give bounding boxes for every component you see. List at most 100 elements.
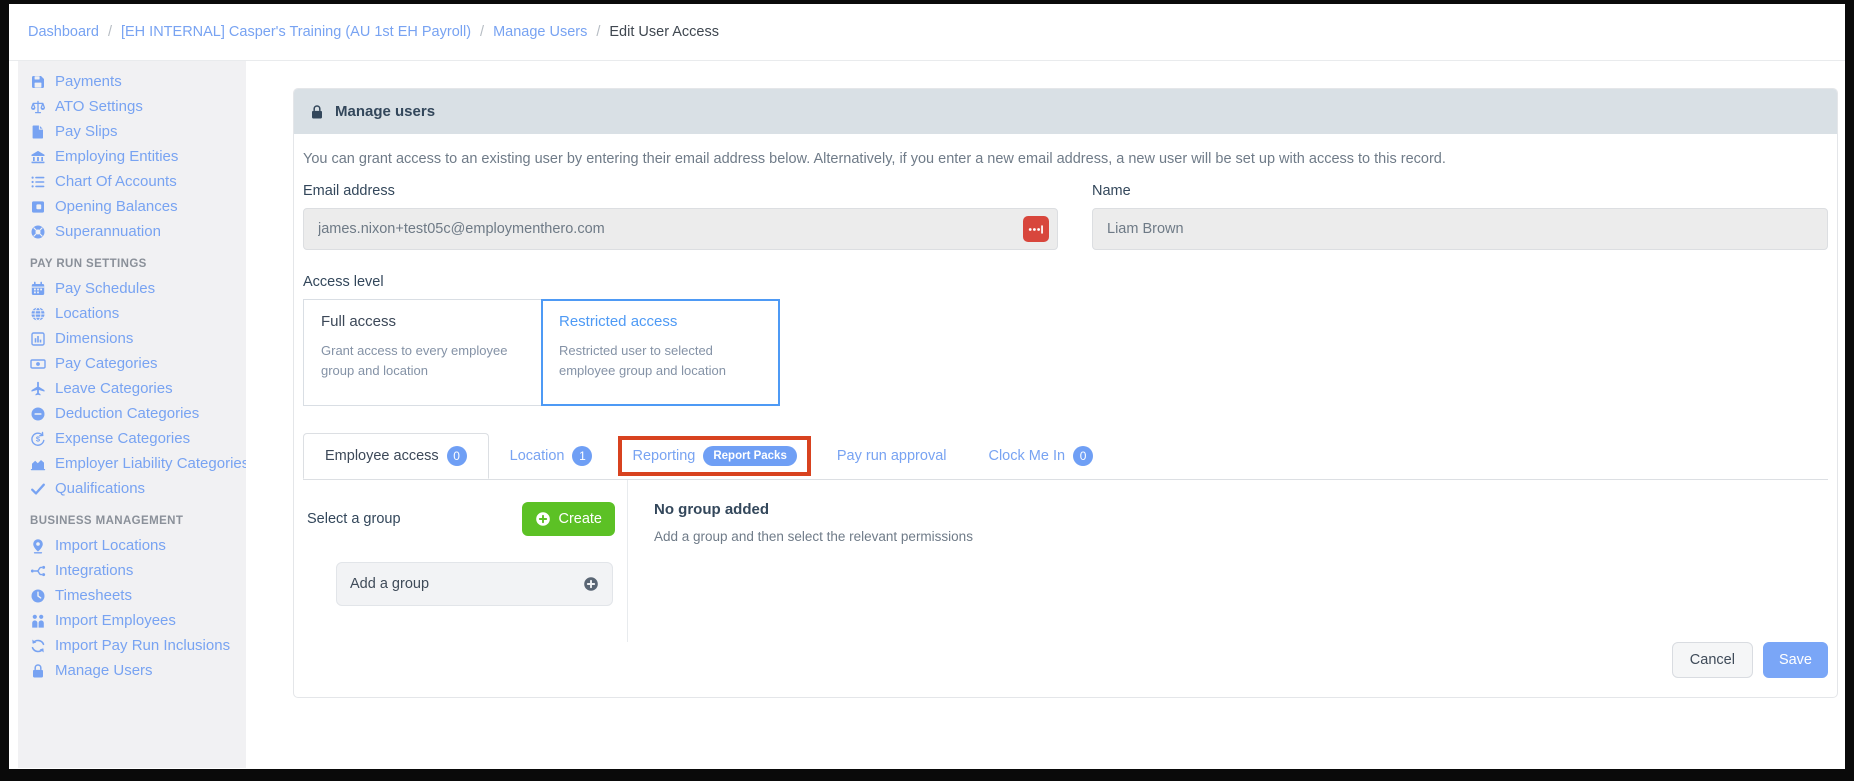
sidebar-item-label: Chart Of Accounts xyxy=(55,173,177,190)
panel-header: Manage users xyxy=(294,89,1837,134)
access-card-restricted-access[interactable]: Restricted access Restricted user to sel… xyxy=(541,299,780,406)
sidebar-item-label: Manage Users xyxy=(55,662,153,679)
lock-icon xyxy=(30,663,46,679)
panel-description: You can grant access to an existing user… xyxy=(303,151,1828,167)
map-pin-icon xyxy=(30,538,46,554)
tab-count-badge: 0 xyxy=(447,446,467,466)
tab-reporting[interactable]: ReportingReport Packs xyxy=(618,436,810,476)
bank-icon xyxy=(30,149,46,165)
create-group-label: Create xyxy=(558,511,602,527)
fields-row: Email address Name xyxy=(303,167,1828,250)
tab-label: Clock Me In xyxy=(988,448,1065,464)
cancel-button[interactable]: Cancel xyxy=(1672,642,1753,678)
sidebar-item-employing-entities[interactable]: Employing Entities xyxy=(18,144,246,169)
sidebar-item-expense-categories[interactable]: $Expense Categories xyxy=(18,426,246,451)
empty-state-description: Add a group and then select the relevant… xyxy=(654,529,1811,544)
sidebar-item-label: Employing Entities xyxy=(55,148,178,165)
sidebar-item-import-pay-run-inclusions[interactable]: Import Pay Run Inclusions xyxy=(18,633,246,658)
access-level-label: Access level xyxy=(303,274,1828,290)
create-group-button[interactable]: Create xyxy=(522,502,615,536)
tab-clock-me-in[interactable]: Clock Me In 0 xyxy=(967,433,1114,479)
sidebar-item-label: Employer Liability Categories xyxy=(55,455,246,472)
bar-chart-icon xyxy=(30,331,46,347)
lock-icon xyxy=(309,104,325,120)
plus-circle-icon xyxy=(583,576,599,592)
sidebar-item-manage-users[interactable]: Manage Users xyxy=(18,658,246,683)
sidebar-item-integrations[interactable]: Integrations xyxy=(18,558,246,583)
name-input-wrap xyxy=(1092,208,1828,250)
tab-employee-access[interactable]: Employee access0 xyxy=(303,433,489,479)
sidebar-item-timesheets[interactable]: Timesheets xyxy=(18,583,246,608)
minus-circle-icon xyxy=(30,406,46,422)
sidebar-item-leave-categories[interactable]: Leave Categories xyxy=(18,376,246,401)
tab-label: Pay run approval xyxy=(837,448,947,464)
panel-footer: Cancel Save xyxy=(294,642,1837,697)
sidebar-item-label: Qualifications xyxy=(55,480,145,497)
permission-tabs: Employee access0 Location 1 ReportingReport… xyxy=(303,433,1828,480)
sidebar-item-locations[interactable]: Locations xyxy=(18,301,246,326)
sidebar-item-chart-of-accounts[interactable]: Chart Of Accounts xyxy=(18,169,246,194)
tab-count-badge: 1 xyxy=(572,446,592,466)
add-group-field[interactable]: Add a group xyxy=(336,562,613,606)
sidebar-item-label: Opening Balances xyxy=(55,198,178,215)
breadcrumb-manage-users[interactable]: Manage Users xyxy=(493,24,587,40)
tab-label: Location xyxy=(510,448,565,464)
sidebar-section-pay-run-settings: PAY RUN SETTINGS xyxy=(30,258,246,270)
name-column: Name xyxy=(1092,167,1828,250)
name-field[interactable] xyxy=(1092,208,1828,250)
save-button[interactable]: Save xyxy=(1763,642,1828,678)
sidebar-item-pay-slips[interactable]: Pay Slips xyxy=(18,119,246,144)
select-group-label: Select a group xyxy=(307,511,401,527)
sidebar-item-qualifications[interactable]: Qualifications xyxy=(18,476,246,501)
tab-pay-run-approval[interactable]: Pay run approval xyxy=(816,433,968,479)
plus-circle-icon xyxy=(535,511,551,527)
calendar-icon xyxy=(30,281,46,297)
access-card-title: Full access xyxy=(321,313,524,330)
tab-label: Reporting xyxy=(632,448,695,464)
sidebar-item-import-employees[interactable]: Import Employees xyxy=(18,608,246,633)
access-card-full-access[interactable]: Full access Grant access to every employ… xyxy=(303,299,542,406)
refresh-icon xyxy=(30,638,46,654)
list-icon xyxy=(30,174,46,190)
floppy-icon xyxy=(30,74,46,90)
tab-count-badge: 0 xyxy=(1073,446,1093,466)
breadcrumb: Dashboard/[EH INTERNAL] Casper's Trainin… xyxy=(9,4,1845,61)
group-section: Select a group Create Add a group N xyxy=(294,480,1837,642)
sidebar-item-label: Pay Schedules xyxy=(55,280,155,297)
lifebuoy-icon xyxy=(30,224,46,240)
sidebar-item-label: Deduction Categories xyxy=(55,405,199,422)
sidebar-item-dimensions[interactable]: Dimensions xyxy=(18,326,246,351)
sidebar-item-label: Expense Categories xyxy=(55,430,190,447)
sidebar-item-deduction-categories[interactable]: Deduction Categories xyxy=(18,401,246,426)
sidebar-item-employer-liability-categories[interactable]: Employer Liability Categories xyxy=(18,451,246,476)
email-input-wrap xyxy=(303,208,1058,250)
autofill-extension-icon[interactable] xyxy=(1023,216,1049,242)
people-icon xyxy=(30,613,46,629)
breadcrumb-eh-internal-casper-s-training-au-1st-eh-payroll[interactable]: [EH INTERNAL] Casper's Training (AU 1st … xyxy=(121,24,471,40)
sidebar-item-pay-categories[interactable]: Pay Categories xyxy=(18,351,246,376)
sidebar-item-pay-schedules[interactable]: Pay Schedules xyxy=(18,276,246,301)
email-label: Email address xyxy=(303,183,1058,199)
banknote-icon xyxy=(30,356,46,372)
tab-location[interactable]: Location 1 xyxy=(489,433,614,479)
sidebar-item-opening-balances[interactable]: Opening Balances xyxy=(18,194,246,219)
access-level-cards: Full access Grant access to every employ… xyxy=(303,299,1828,406)
sidebar-item-superannuation[interactable]: Superannuation xyxy=(18,219,246,244)
sidebar-item-import-locations[interactable]: Import Locations xyxy=(18,533,246,558)
sidebar-item-payments[interactable]: Payments xyxy=(18,69,246,94)
access-card-description: Grant access to every employee group and… xyxy=(321,341,521,381)
sidebar-item-label: Import Employees xyxy=(55,612,176,629)
sidebar-item-label: Integrations xyxy=(55,562,133,579)
file-icon xyxy=(30,124,46,140)
add-group-label: Add a group xyxy=(350,576,429,592)
panel-title: Manage users xyxy=(335,103,435,120)
sidebar-item-ato-settings[interactable]: ATO Settings xyxy=(18,94,246,119)
group-select-column: Select a group Create Add a group xyxy=(294,480,628,642)
breadcrumb-dashboard[interactable]: Dashboard xyxy=(28,24,99,40)
sidebar-item-label: Import Pay Run Inclusions xyxy=(55,637,230,654)
clock-icon xyxy=(30,588,46,604)
email-field[interactable] xyxy=(303,208,1058,250)
sidebar-item-label: ATO Settings xyxy=(55,98,143,115)
app-window: Dashboard/[EH INTERNAL] Casper's Trainin… xyxy=(9,4,1845,769)
sidebar-section-business-management: BUSINESS MANAGEMENT xyxy=(30,515,246,527)
